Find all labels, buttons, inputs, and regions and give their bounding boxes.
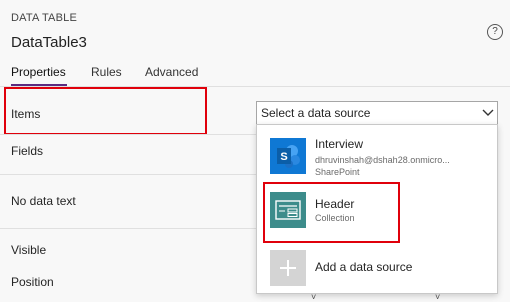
no-data-text-label: No data text	[11, 194, 76, 208]
svg-text:S: S	[280, 151, 287, 163]
plus-icon	[270, 250, 306, 286]
tab-rules[interactable]: Rules	[91, 65, 122, 79]
chevron-down-icon[interactable]	[481, 105, 495, 119]
data-source-type: SharePoint	[315, 167, 360, 177]
tab-properties[interactable]: Properties	[11, 65, 66, 79]
sharepoint-icon: S	[270, 138, 306, 174]
visible-label: Visible	[11, 243, 47, 257]
header-highlight	[263, 182, 400, 243]
add-data-source-label: Add a data source	[315, 260, 413, 274]
data-source-item-interview[interactable]: S Interview dhruvinshah@dshah28.onmicro.…	[257, 125, 497, 183]
control-name[interactable]: DataTable3	[11, 34, 87, 51]
fields-label[interactable]: Fields	[11, 144, 43, 158]
data-source-select[interactable]: Select a data source	[256, 101, 498, 125]
data-source-detail: dhruvinshah@dshah28.onmicro...	[315, 155, 450, 165]
data-source-name: Interview	[315, 137, 364, 151]
position-label: Position	[11, 275, 54, 289]
help-icon[interactable]: ?	[487, 24, 503, 40]
no-data-divider	[0, 228, 256, 229]
items-divider	[0, 134, 256, 135]
data-source-select-placeholder: Select a data source	[261, 106, 371, 120]
tab-advanced[interactable]: Advanced	[145, 65, 198, 79]
items-label: Items	[11, 107, 41, 121]
fields-divider	[0, 174, 256, 175]
control-type-label: DATA TABLE	[11, 12, 77, 24]
add-data-source-button[interactable]: Add a data source	[257, 243, 497, 293]
